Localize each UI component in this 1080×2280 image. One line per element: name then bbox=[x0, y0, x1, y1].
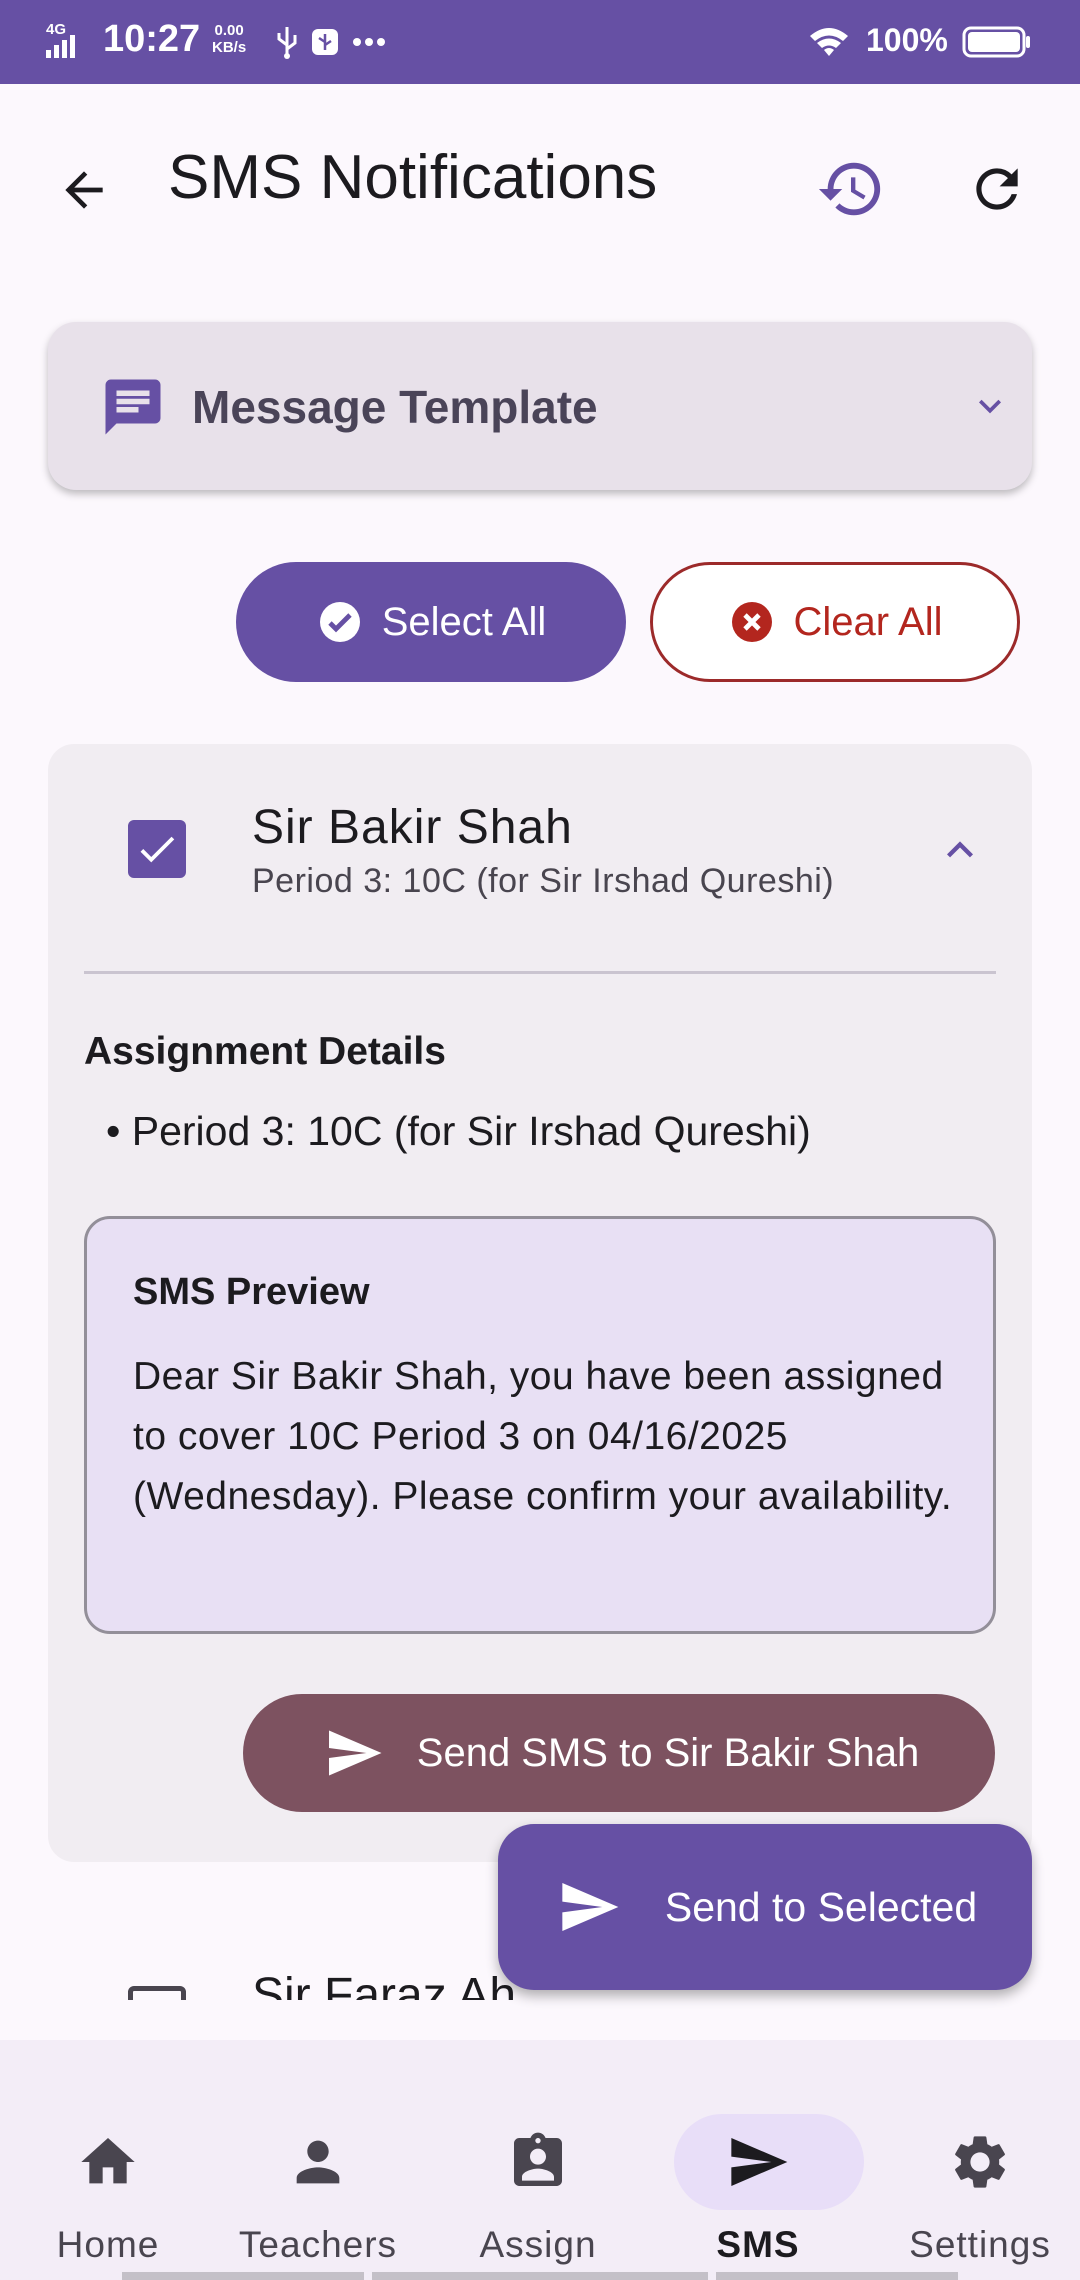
clear-all-label: Clear All bbox=[793, 599, 943, 644]
send-icon bbox=[328, 1730, 382, 1776]
history-icon bbox=[818, 162, 881, 216]
message-icon bbox=[105, 379, 161, 435]
status-bar: 4G 10:27 0.00 KB/s 100% bbox=[0, 0, 1080, 84]
page-title: SMS Notifications bbox=[168, 143, 658, 212]
gesture-bar-right bbox=[716, 2272, 958, 2280]
bottom-navigation: Home Teachers Assign SMS Settings bbox=[0, 2040, 1080, 2280]
battery-icon bbox=[962, 26, 1030, 58]
teacher-checkbox[interactable] bbox=[128, 820, 186, 878]
teacher-card: Sir Bakir Shah Period 3: 10C (for Sir Ir… bbox=[48, 744, 1032, 1862]
check-icon bbox=[140, 836, 175, 863]
gesture-bar-left bbox=[122, 2272, 364, 2280]
clear-all-button[interactable]: Clear All bbox=[650, 562, 1020, 682]
chevron-up-icon[interactable] bbox=[934, 824, 986, 876]
teacher-name: Sir Bakir Shah bbox=[252, 801, 573, 854]
nav-item-sms[interactable]: SMS bbox=[650, 2074, 866, 2265]
home-icon bbox=[81, 2138, 135, 2184]
battery-percent: 100% bbox=[866, 22, 948, 58]
more-icon bbox=[353, 38, 385, 46]
refresh-icon bbox=[976, 168, 1018, 210]
sms-preview: SMS Preview Dear Sir Bakir Shah, you hav… bbox=[84, 1216, 996, 1634]
arrow-back-icon bbox=[65, 171, 103, 209]
teacher-subtitle: Period 3: 10C (for Sir Irshad Qureshi) bbox=[252, 862, 835, 900]
send-sms-label: Send SMS to Sir Bakir Shah bbox=[416, 1730, 920, 1775]
message-template-dropdown[interactable]: Message Template bbox=[48, 322, 1032, 490]
divider bbox=[84, 971, 996, 974]
select-all-label: Select All bbox=[381, 599, 547, 644]
sms-preview-title: SMS Preview bbox=[133, 1271, 370, 1313]
template-title: Message Template bbox=[192, 381, 598, 433]
nav-label-teachers: Teachers bbox=[238, 2224, 398, 2265]
assignment-details-heading: Assignment Details bbox=[84, 1030, 446, 1073]
signal-icon: 4G bbox=[46, 21, 75, 58]
teacher-name-next: Sir Faraz Ah bbox=[252, 1969, 517, 2000]
nav-label-sms: SMS bbox=[716, 2224, 800, 2265]
wifi-icon bbox=[810, 28, 848, 56]
person-icon bbox=[296, 2140, 340, 2184]
select-all-button[interactable]: Select All bbox=[236, 562, 626, 682]
settings-icon bbox=[955, 2136, 1005, 2188]
send-sms-button[interactable]: Send SMS to Sir Bakir Shah bbox=[243, 1694, 995, 1812]
send-to-selected-fab[interactable]: Send to Selected bbox=[498, 1824, 1032, 1990]
nav-label-settings: Settings bbox=[909, 2224, 1051, 2265]
speed-unit: KB/s bbox=[212, 39, 247, 56]
send-icon bbox=[562, 1883, 619, 1931]
status-time: 10:27 bbox=[103, 18, 201, 60]
speed-value: 0.00 bbox=[214, 22, 244, 39]
history-button[interactable] bbox=[808, 146, 894, 232]
notification-icons bbox=[276, 24, 386, 60]
chevron-down-icon bbox=[979, 399, 1001, 414]
gesture-bar-center[interactable] bbox=[372, 2272, 708, 2280]
send-icon bbox=[731, 2138, 788, 2186]
network-speed: 0.00 KB/s bbox=[212, 22, 246, 56]
assignment-icon bbox=[514, 2132, 562, 2186]
nav-item-teachers[interactable]: Teachers bbox=[210, 2074, 426, 2265]
nav-label-assign: Assign bbox=[479, 2224, 597, 2265]
cancel-icon bbox=[731, 602, 772, 642]
top-app-bar: SMS Notifications bbox=[0, 84, 1080, 274]
usb-icon bbox=[277, 27, 297, 59]
fab-label: Send to Selected bbox=[664, 1883, 978, 1930]
nav-item-home[interactable]: Home bbox=[0, 2074, 216, 2265]
usb-settings-icon bbox=[312, 29, 338, 55]
assignment-item-text: Period 3: 10C (for Sir Irshad Qureshi) bbox=[131, 1108, 811, 1154]
nav-item-settings[interactable]: Settings bbox=[872, 2074, 1080, 2265]
nav-item-assign[interactable]: Assign bbox=[430, 2074, 646, 2265]
back-button[interactable] bbox=[44, 150, 124, 230]
sms-preview-text: Dear Sir Bakir Shah, you have been assig… bbox=[133, 1355, 953, 1518]
refresh-button[interactable] bbox=[954, 146, 1040, 232]
svg-text:4G: 4G bbox=[46, 21, 66, 38]
assignment-item: • Period 3: 10C (for Sir Irshad Qureshi) bbox=[106, 1108, 811, 1154]
check-circle-icon bbox=[319, 602, 360, 642]
nav-label-home: Home bbox=[56, 2224, 160, 2265]
teacher-checkbox-next[interactable] bbox=[128, 1986, 186, 2000]
